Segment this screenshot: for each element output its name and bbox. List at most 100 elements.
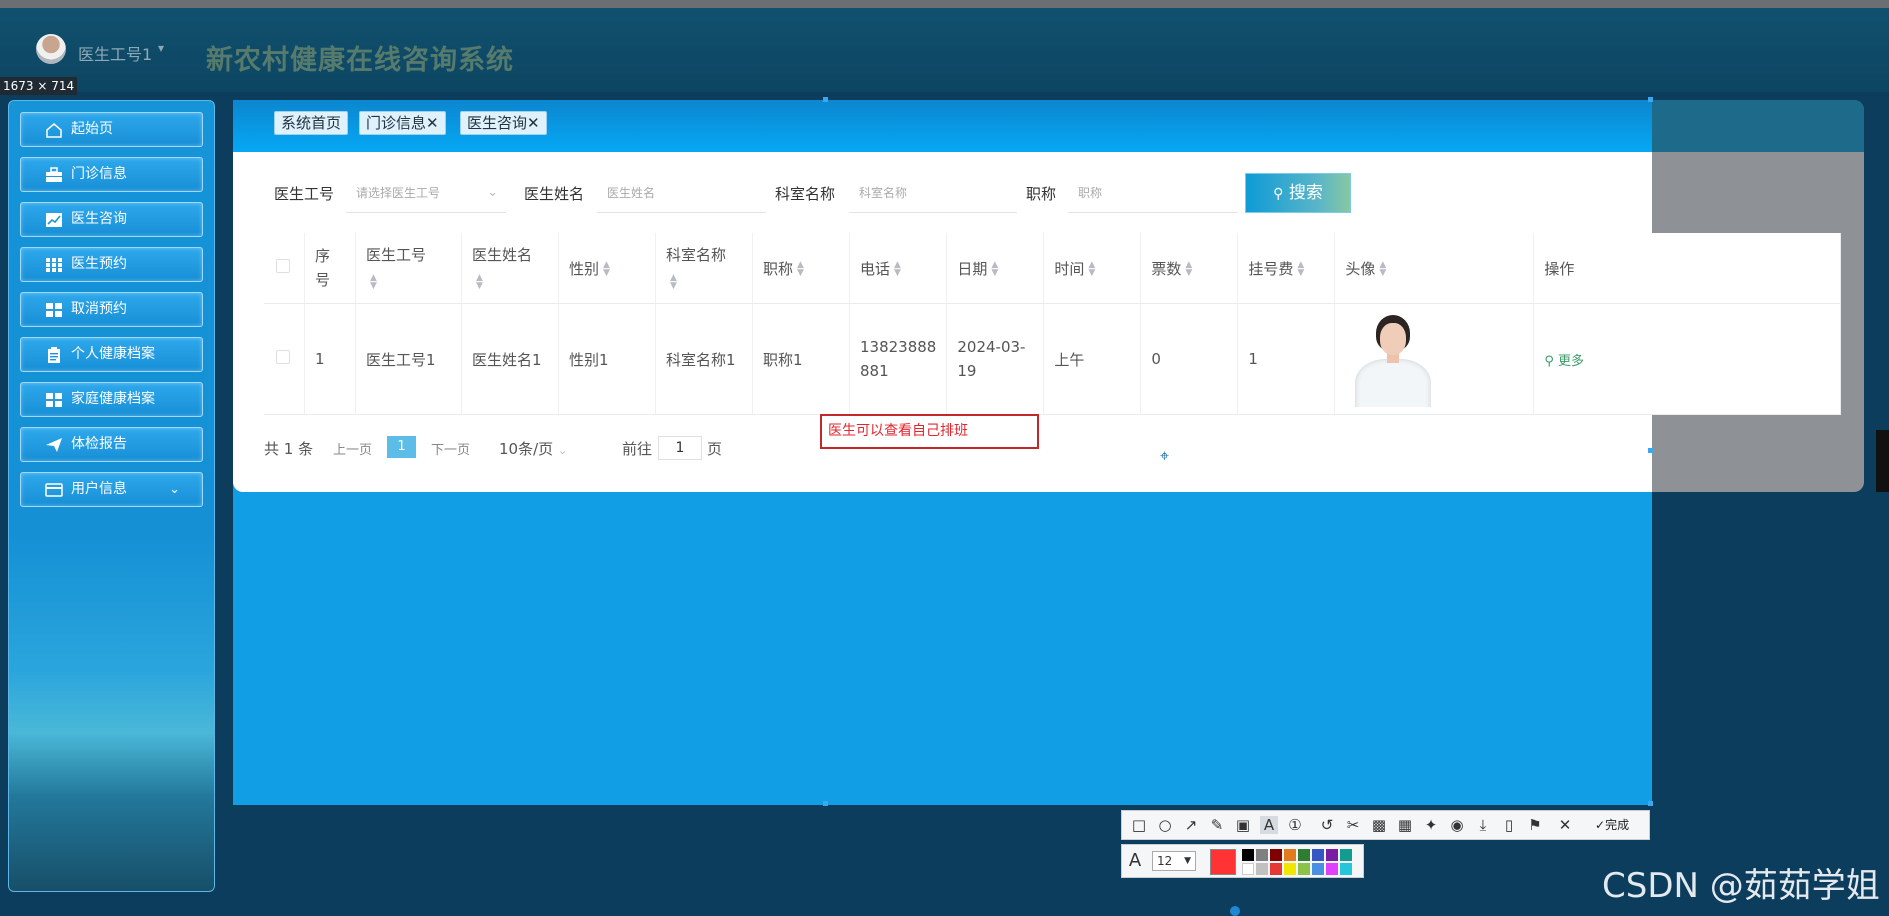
sidebar-item-cancel-booking[interactable]: 取消预约 (20, 292, 203, 327)
phone-icon[interactable]: ▯ (1500, 816, 1518, 834)
selection-handle[interactable] (823, 97, 828, 102)
color-swatch[interactable] (1242, 863, 1254, 875)
done-button[interactable]: ✓完成 (1595, 816, 1629, 833)
col-phone[interactable]: 电话 ▲ ▼ (849, 233, 948, 304)
cell-date: 2024-03- 19 (946, 303, 1045, 415)
color-swatch[interactable] (1340, 849, 1352, 861)
color-swatch[interactable] (1340, 863, 1352, 875)
doctor-name-input[interactable]: 医生姓名 (597, 173, 766, 213)
bookmark-icon[interactable]: ⚑ (1526, 816, 1544, 834)
ocr-icon[interactable]: ▩ (1370, 816, 1388, 834)
pager-next[interactable]: 下一页 (431, 439, 470, 458)
col-doctor-id[interactable]: 医生工号 ▲ ▼ (355, 233, 462, 304)
send-icon (46, 438, 62, 452)
table-header-row: 序号 医生工号 ▲ ▼ 医生姓名 ▲ ▼ 性别 ▲ ▼ 科室名称 ▲ ▼ 职称 ▲ ▼ 电话 ▲ ▼ 日… (264, 233, 1842, 304)
color-swatch[interactable] (1298, 863, 1310, 875)
col-time[interactable]: 时间 ▲ ▼ (1043, 233, 1142, 304)
pager-goto-input[interactable]: 1 (658, 436, 702, 460)
color-swatch[interactable] (1284, 849, 1296, 861)
search-icon: ⚲ (1273, 186, 1284, 202)
pager-current-page[interactable]: 1 (387, 436, 416, 458)
annotation-textbox[interactable]: 医生可以查看自己排班 (820, 414, 1039, 449)
col-date[interactable]: 日期 ▲ ▼ (946, 233, 1045, 304)
color-swatch[interactable] (1270, 863, 1282, 875)
font-size-select[interactable]: 12 ▼ (1152, 851, 1196, 871)
scissors-icon[interactable]: ✂ (1344, 816, 1362, 834)
selection-handle[interactable] (1648, 97, 1653, 102)
col-gender[interactable]: 性别 ▲ ▼ (558, 233, 656, 304)
col-job-title[interactable]: 职称 ▲ ▼ (752, 233, 850, 304)
pencil-tool-icon[interactable]: ✎ (1208, 816, 1226, 834)
record-icon[interactable]: ◉ (1448, 816, 1466, 834)
tab-clinic-info[interactable]: 门诊信息✕ (359, 111, 446, 135)
sidebar-item-checkup-report[interactable]: 体检报告 (20, 427, 203, 462)
color-swatch[interactable] (1312, 849, 1324, 861)
cell-tickets: 0 (1140, 303, 1239, 415)
sidebar-item-user-info[interactable]: 用户信息 ⌄ (20, 472, 203, 507)
sidebar-item-label: 体检报告 (71, 436, 127, 452)
col-dept[interactable]: 科室名称 ▲ ▼ (655, 233, 753, 304)
color-swatch[interactable] (1256, 863, 1268, 875)
current-user-name[interactable]: 医生工号1 (78, 41, 152, 65)
mosaic-tool-icon[interactable]: ▣ (1234, 816, 1252, 834)
job-title-input[interactable]: 职称 (1068, 173, 1238, 213)
chart-icon (46, 213, 62, 227)
color-swatch[interactable] (1312, 863, 1324, 875)
row-checkbox[interactable] (264, 303, 305, 415)
color-swatch[interactable] (1326, 849, 1338, 861)
doctor-photo[interactable] (1345, 311, 1442, 407)
sidebar-item-doctor-consult[interactable]: 医生咨询 (20, 202, 203, 237)
sidebar-item-label: 家庭健康档案 (71, 391, 155, 407)
color-swatch[interactable] (1256, 849, 1268, 861)
more-button[interactable]: ⚲ 更多 (1544, 354, 1584, 369)
sidebar-item-home[interactable]: 起始页 (20, 112, 203, 147)
number-tool-icon[interactable]: ① (1286, 816, 1304, 834)
ellipse-tool-icon[interactable]: ○ (1156, 816, 1174, 834)
avatar[interactable] (36, 34, 66, 64)
selected-color[interactable] (1210, 849, 1236, 875)
rectangle-tool-icon[interactable]: □ (1130, 816, 1148, 834)
sidebar-item-label: 取消预约 (71, 301, 127, 317)
selection-handle[interactable] (1648, 801, 1653, 806)
text-tool-icon[interactable]: A (1260, 816, 1278, 834)
search-button[interactable]: ⚲ 搜索 (1245, 173, 1351, 213)
download-icon[interactable]: ⤓ (1474, 816, 1492, 834)
arrow-tool-icon[interactable]: ↗ (1182, 816, 1200, 834)
pin-icon[interactable]: ✦ (1422, 816, 1440, 834)
select-all-checkbox[interactable] (264, 233, 305, 304)
cell-actions: ⚲ 更多 (1533, 303, 1842, 415)
color-swatch[interactable] (1270, 849, 1282, 861)
translate-icon[interactable]: ▦ (1396, 816, 1414, 834)
tab-home[interactable]: 系统首页 (274, 111, 349, 135)
color-swatch[interactable] (1326, 863, 1338, 875)
watermark: CSDN @茹茹学姐 (1602, 866, 1880, 906)
cell-phone: 13823888 881 (849, 303, 948, 415)
pager-prev[interactable]: 上一页 (333, 439, 372, 458)
col-avatar[interactable]: 头像 ▲ ▼ (1334, 233, 1535, 304)
sidebar-item-family-record[interactable]: 家庭健康档案 (20, 382, 203, 417)
col-doctor-name[interactable]: 医生姓名 ▲ ▼ (461, 233, 559, 304)
close-icon[interactable]: ✕ (426, 114, 439, 132)
sidebar-item-doctor-booking[interactable]: 医生预约 (20, 247, 203, 282)
sidebar-item-personal-record[interactable]: 个人健康档案 (20, 337, 203, 372)
selection-handle[interactable] (1648, 448, 1653, 453)
color-swatch[interactable] (1298, 849, 1310, 861)
sidebar-item-clinic-info[interactable]: 门诊信息 (20, 157, 203, 192)
color-swatch[interactable] (1284, 863, 1296, 875)
page-size-select[interactable]: 10条/页 ⌄ (499, 438, 567, 459)
doctor-id-select[interactable]: 请选择医生工号 ⌄ (346, 173, 506, 213)
chevron-down-icon[interactable]: ▾ (158, 41, 164, 55)
window-top-border (0, 0, 1889, 8)
undo-icon[interactable]: ↺ (1318, 816, 1336, 834)
dept-input[interactable]: 科室名称 (849, 173, 1017, 213)
col-fee[interactable]: 挂号费 ▲ ▼ (1237, 233, 1336, 304)
col-tickets[interactable]: 票数 ▲ ▼ (1140, 233, 1239, 304)
tab-doctor-consult[interactable]: 医生咨询✕ (460, 111, 547, 135)
job-title-label: 职称 (1026, 185, 1057, 203)
job-title-placeholder: 职称 (1078, 186, 1103, 200)
sort-icon: ▲ ▼ (991, 260, 999, 278)
close-icon[interactable]: ✕ (1556, 816, 1574, 834)
color-swatch[interactable] (1242, 849, 1254, 861)
close-icon[interactable]: ✕ (527, 114, 540, 132)
selection-handle[interactable] (823, 801, 828, 806)
